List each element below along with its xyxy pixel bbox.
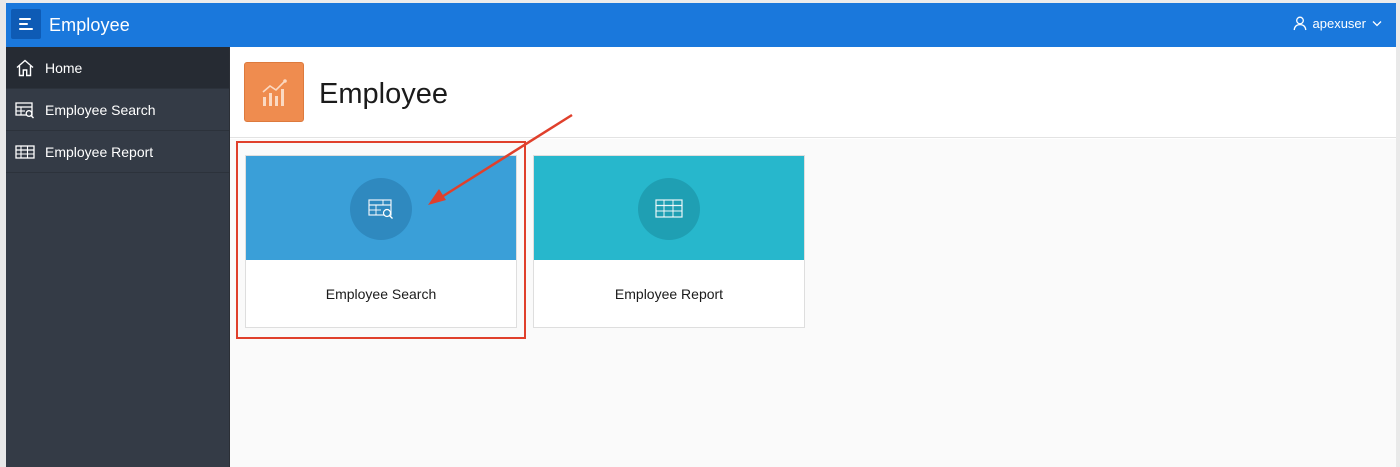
sidebar-item-home[interactable]: Home [6, 47, 229, 89]
menu-line-icon [19, 18, 31, 20]
user-menu[interactable]: apexuser [1293, 16, 1382, 31]
sidebar-item-employee-search[interactable]: Employee Search [6, 89, 229, 131]
page-title: Employee [319, 78, 448, 110]
chart-trend-icon [244, 62, 304, 122]
app-title[interactable]: Employee [49, 15, 130, 36]
navigation-toggle-button[interactable] [11, 9, 41, 39]
sidebar-item-employee-report[interactable]: Employee Report [6, 131, 229, 173]
card-banner [246, 156, 516, 260]
main-content: Employee Search Employee Report [230, 139, 1396, 467]
menu-line-icon [19, 23, 28, 25]
app-header: Employee apexuser [6, 3, 1396, 47]
card-label: Employee Report [614, 286, 724, 302]
table-icon [655, 199, 683, 218]
card-icon-circle [638, 178, 700, 240]
user-name: apexuser [1312, 16, 1366, 31]
app-window: Employee apexuser Home Employee Search E… [0, 0, 1400, 467]
chevron-down-icon [1372, 21, 1382, 27]
sidebar: Home Employee Search Employee Report [6, 47, 229, 467]
card-employee-search[interactable]: Employee Search [245, 155, 517, 328]
card-icon-circle [350, 178, 412, 240]
sidebar-item-label: Employee Report [45, 144, 154, 160]
page-header: Employee [230, 47, 1396, 138]
table-icon [15, 145, 35, 159]
menu-line-icon [19, 28, 33, 30]
home-icon [16, 59, 34, 77]
table-search-icon [15, 102, 34, 119]
card-banner [534, 156, 804, 260]
card-label: Employee Search [325, 286, 437, 302]
card-employee-report[interactable]: Employee Report [533, 155, 805, 328]
window-right-edge [1396, 0, 1400, 467]
sidebar-item-label: Home [45, 60, 83, 76]
user-icon [1293, 16, 1306, 31]
sidebar-item-label: Employee Search [45, 102, 156, 118]
table-search-icon [368, 199, 393, 219]
